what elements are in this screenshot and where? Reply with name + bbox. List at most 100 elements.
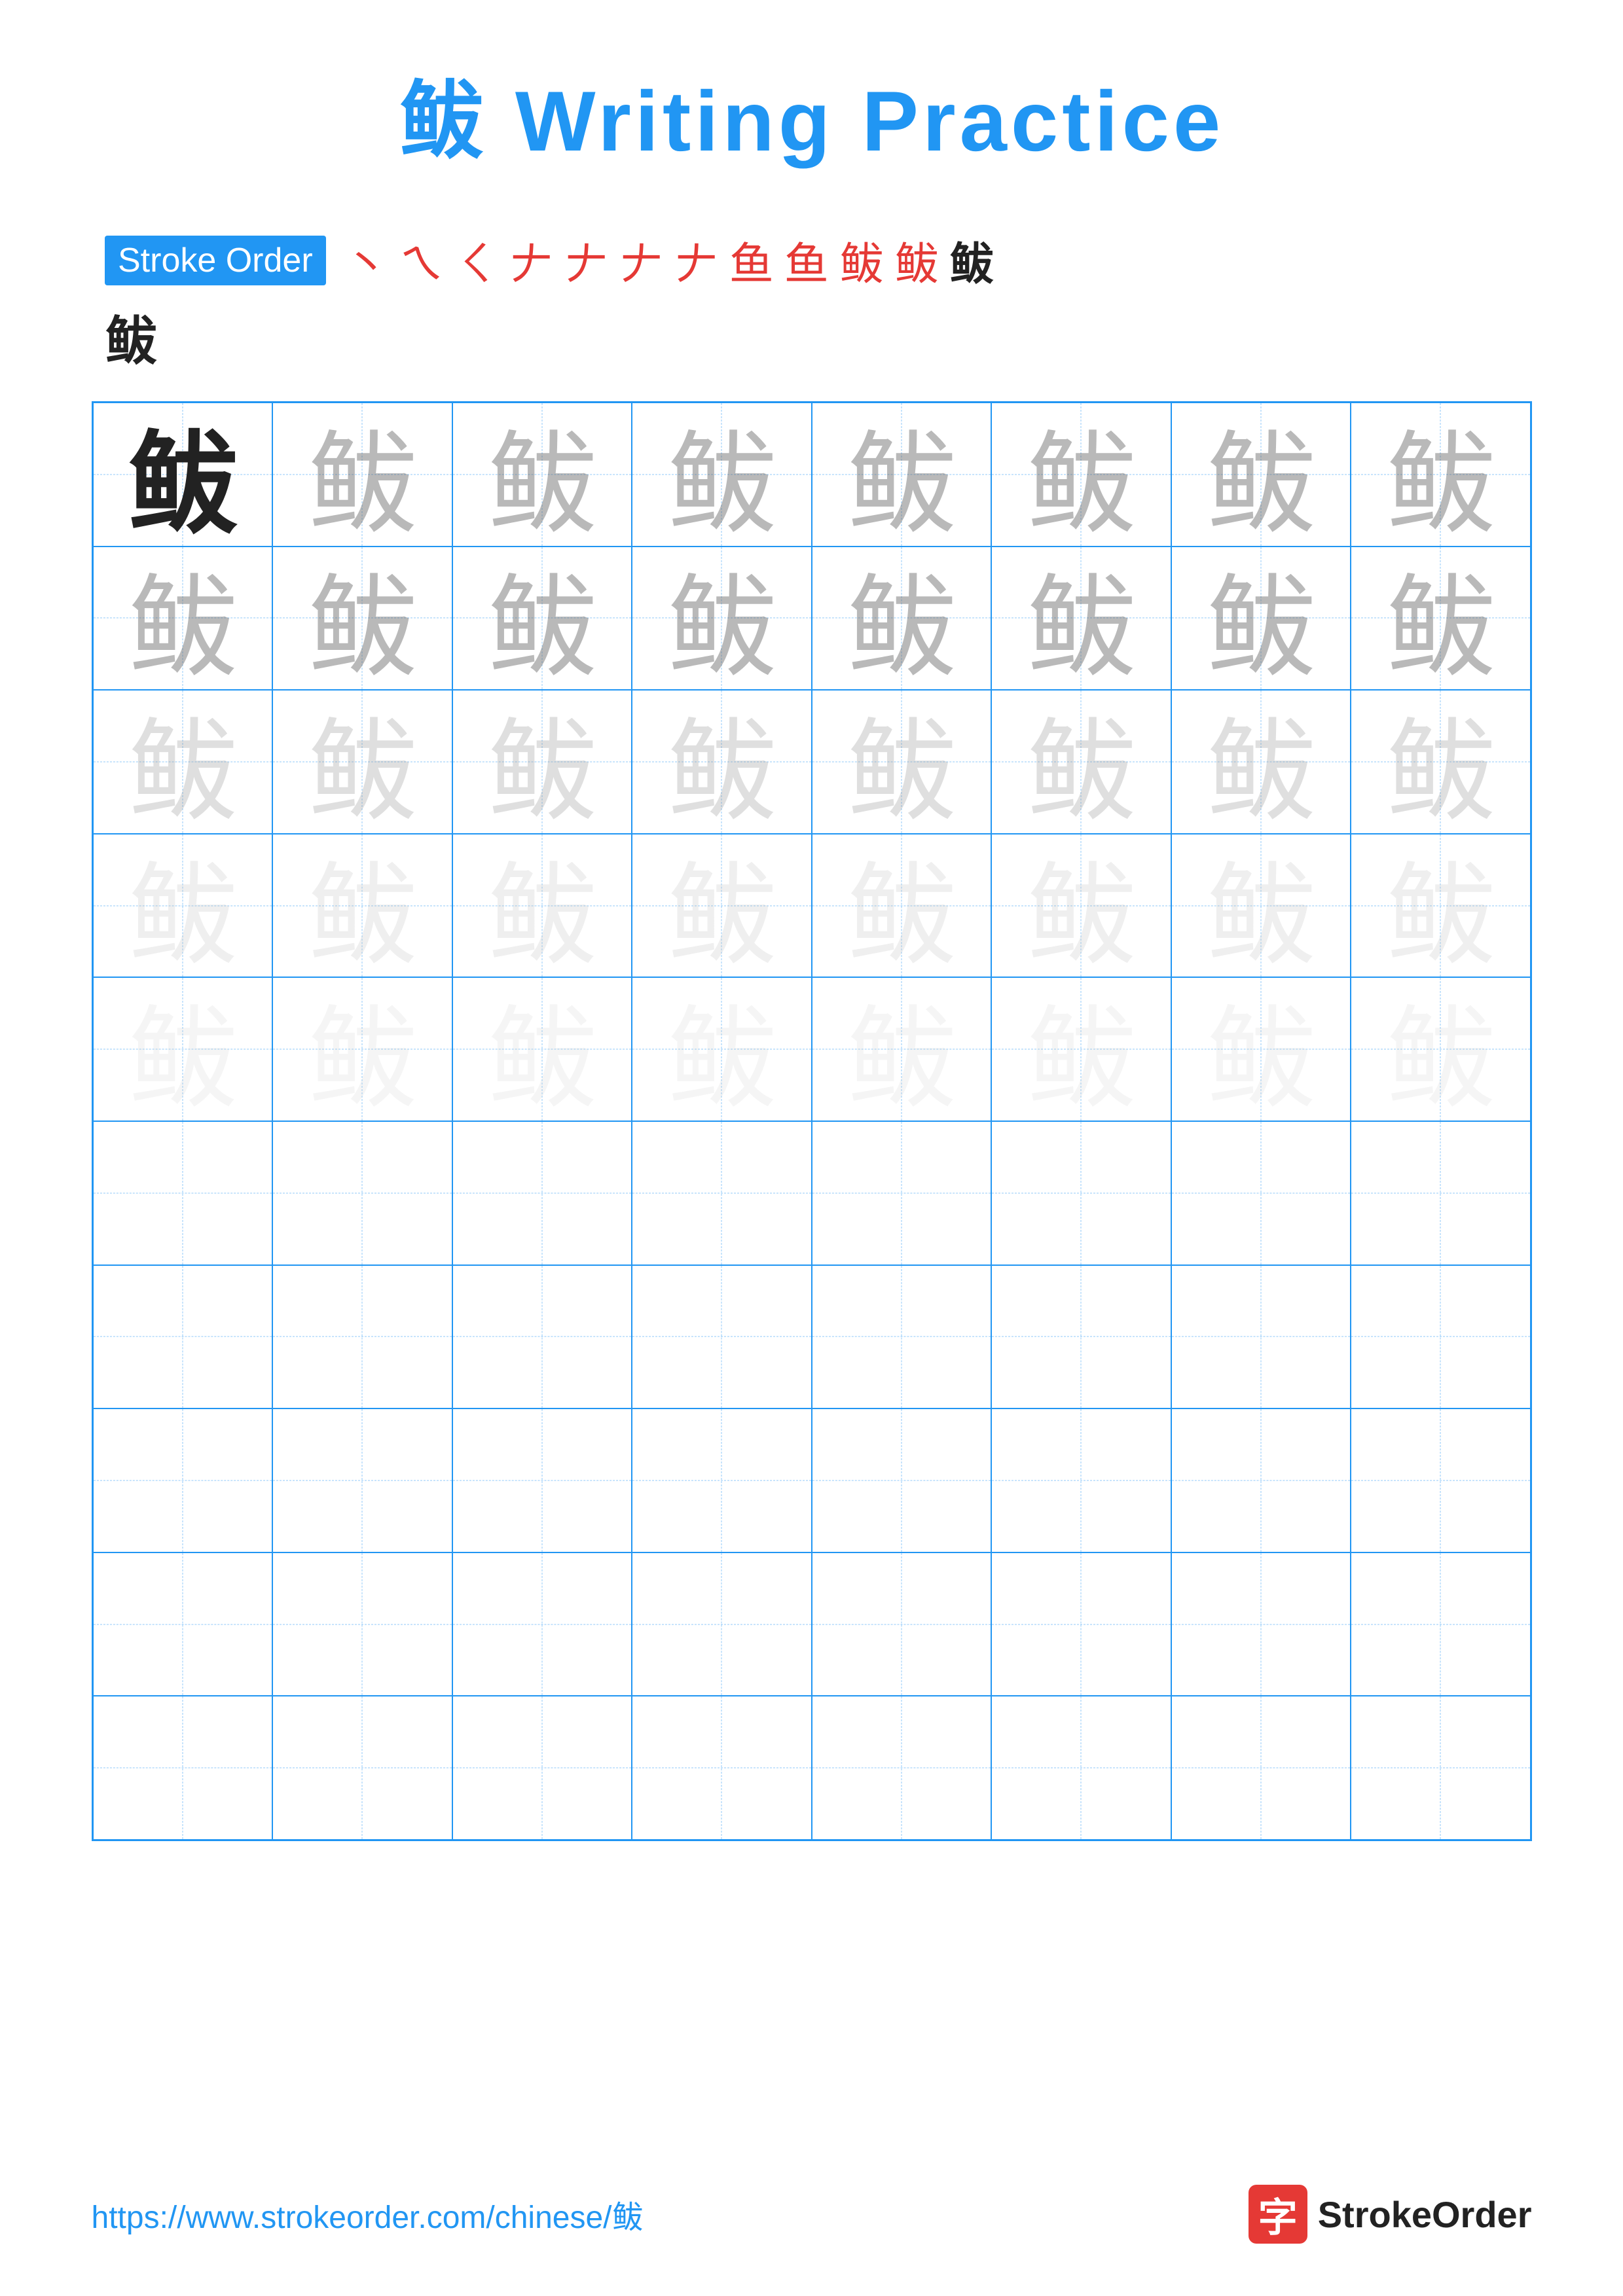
grid-cell-r2c5[interactable]: 鲅: [812, 547, 992, 691]
grid-cell-r10c5[interactable]: [812, 1696, 992, 1840]
grid-cell-r1c1[interactable]: 鲅: [93, 403, 273, 547]
grid-cell-r7c5[interactable]: [812, 1265, 992, 1409]
grid-cell-r7c1[interactable]: [93, 1265, 273, 1409]
grid-cell-r6c2[interactable]: [272, 1121, 452, 1265]
grid-cell-r2c6[interactable]: 鲅: [991, 547, 1171, 691]
grid-cell-r7c4[interactable]: [632, 1265, 812, 1409]
char-r1c4: 鲅: [666, 403, 777, 547]
grid-cell-r3c4[interactable]: 鲅: [632, 690, 812, 834]
grid-cell-r5c4[interactable]: 鲅: [632, 977, 812, 1121]
grid-cell-r1c4[interactable]: 鲅: [632, 403, 812, 547]
grid-cell-r6c1[interactable]: [93, 1121, 273, 1265]
char-r4c5: 鲅: [846, 834, 957, 978]
grid-cell-r2c8[interactable]: 鲅: [1351, 547, 1531, 691]
grid-cell-r1c6[interactable]: 鲅: [991, 403, 1171, 547]
grid-cell-r9c6[interactable]: [991, 1552, 1171, 1696]
grid-cell-r6c3[interactable]: [452, 1121, 632, 1265]
grid-cell-r2c1[interactable]: 鲅: [93, 547, 273, 691]
grid-cell-r3c8[interactable]: 鲅: [1351, 690, 1531, 834]
footer-logo-text: StrokeOrder: [1318, 2193, 1532, 2236]
grid-cell-r8c2[interactable]: [272, 1408, 452, 1552]
char-r2c7: 鲅: [1205, 547, 1317, 691]
grid-cell-r5c1[interactable]: 鲅: [93, 977, 273, 1121]
grid-cell-r7c7[interactable]: [1171, 1265, 1351, 1409]
stroke-2: ㄟ: [399, 228, 444, 293]
grid-cell-r6c5[interactable]: [812, 1121, 992, 1265]
char-r2c3: 鲅: [486, 547, 598, 691]
grid-cell-r10c3[interactable]: [452, 1696, 632, 1840]
grid-cell-r7c8[interactable]: [1351, 1265, 1531, 1409]
grid-cell-r4c7[interactable]: 鲅: [1171, 834, 1351, 978]
grid-cell-r5c2[interactable]: 鲅: [272, 977, 452, 1121]
grid-cell-r9c2[interactable]: [272, 1552, 452, 1696]
stroke-12-final: 鲅: [949, 228, 994, 293]
grid-cell-r4c4[interactable]: 鲅: [632, 834, 812, 978]
stroke-3: ㄑ: [454, 228, 499, 293]
char-r5c3: 鲅: [486, 977, 598, 1121]
grid-cell-r10c1[interactable]: [93, 1696, 273, 1840]
grid-cell-r4c8[interactable]: 鲅: [1351, 834, 1531, 978]
grid-cell-r2c4[interactable]: 鲅: [632, 547, 812, 691]
grid-cell-r9c3[interactable]: [452, 1552, 632, 1696]
grid-cell-r7c2[interactable]: [272, 1265, 452, 1409]
grid-cell-r4c2[interactable]: 鲅: [272, 834, 452, 978]
grid-cell-r10c7[interactable]: [1171, 1696, 1351, 1840]
char-r2c8: 鲅: [1385, 547, 1496, 691]
grid-cell-r1c5[interactable]: 鲅: [812, 403, 992, 547]
grid-cell-r6c6[interactable]: [991, 1121, 1171, 1265]
grid-cell-r9c7[interactable]: [1171, 1552, 1351, 1696]
grid-cell-r7c6[interactable]: [991, 1265, 1171, 1409]
grid-cell-r7c3[interactable]: [452, 1265, 632, 1409]
grid-cell-r9c5[interactable]: [812, 1552, 992, 1696]
grid-cell-r4c1[interactable]: 鲅: [93, 834, 273, 978]
grid-cell-r4c5[interactable]: 鲅: [812, 834, 992, 978]
grid-cell-r8c5[interactable]: [812, 1408, 992, 1552]
grid-cell-r2c3[interactable]: 鲅: [452, 547, 632, 691]
grid-cell-r1c3[interactable]: 鲅: [452, 403, 632, 547]
grid-cell-r2c2[interactable]: 鲅: [272, 547, 452, 691]
grid-cell-r4c6[interactable]: 鲅: [991, 834, 1171, 978]
grid-cell-r5c6[interactable]: 鲅: [991, 977, 1171, 1121]
grid-cell-r1c7[interactable]: 鲅: [1171, 403, 1351, 547]
grid-cell-r8c3[interactable]: [452, 1408, 632, 1552]
char-r4c7: 鲅: [1205, 834, 1317, 978]
grid-cell-r6c8[interactable]: [1351, 1121, 1531, 1265]
grid-cell-r3c5[interactable]: 鲅: [812, 690, 992, 834]
char-r2c1: 鲅: [127, 547, 238, 691]
grid-cell-r3c2[interactable]: 鲅: [272, 690, 452, 834]
grid-cell-r1c8[interactable]: 鲅: [1351, 403, 1531, 547]
grid-cell-r6c4[interactable]: [632, 1121, 812, 1265]
grid-cell-r10c4[interactable]: [632, 1696, 812, 1840]
grid-cell-r5c8[interactable]: 鲅: [1351, 977, 1531, 1121]
footer: https://www.strokeorder.com/chinese/鲅 字 …: [92, 2159, 1532, 2244]
grid-cell-r9c8[interactable]: [1351, 1552, 1531, 1696]
footer-url[interactable]: https://www.strokeorder.com/chinese/鲅: [92, 2191, 644, 2237]
grid-cell-r10c2[interactable]: [272, 1696, 452, 1840]
grid-cell-r3c7[interactable]: 鲅: [1171, 690, 1351, 834]
grid-cell-r8c8[interactable]: [1351, 1408, 1531, 1552]
char-r5c2: 鲅: [306, 977, 418, 1121]
grid-cell-r4c3[interactable]: 鲅: [452, 834, 632, 978]
grid-cell-r9c4[interactable]: [632, 1552, 812, 1696]
practice-char-display: 鲅: [105, 299, 157, 375]
char-r3c1: 鲅: [127, 690, 238, 834]
grid-cell-r3c3[interactable]: 鲅: [452, 690, 632, 834]
grid-cell-r5c5[interactable]: 鲅: [812, 977, 992, 1121]
grid-cell-r3c6[interactable]: 鲅: [991, 690, 1171, 834]
grid-cell-r2c7[interactable]: 鲅: [1171, 547, 1351, 691]
char-r5c4: 鲅: [666, 977, 777, 1121]
grid-cell-r10c8[interactable]: [1351, 1696, 1531, 1840]
char-r1c1: 鲅: [127, 403, 238, 547]
grid-cell-r5c3[interactable]: 鲅: [452, 977, 632, 1121]
grid-cell-r9c1[interactable]: [93, 1552, 273, 1696]
grid-cell-r8c4[interactable]: [632, 1408, 812, 1552]
grid-cell-r6c7[interactable]: [1171, 1121, 1351, 1265]
grid-cell-r5c7[interactable]: 鲅: [1171, 977, 1351, 1121]
practice-grid: 鲅 鲅 鲅 鲅 鲅 鲅 鲅 鲅 鲅 鲅 鲅 鲅 鲅 鲅 鲅 鲅 鲅 鲅 鲅 鲅 …: [92, 401, 1532, 1841]
grid-cell-r10c6[interactable]: [991, 1696, 1171, 1840]
grid-cell-r1c2[interactable]: 鲅: [272, 403, 452, 547]
grid-cell-r3c1[interactable]: 鲅: [93, 690, 273, 834]
grid-cell-r8c7[interactable]: [1171, 1408, 1351, 1552]
grid-cell-r8c6[interactable]: [991, 1408, 1171, 1552]
grid-cell-r8c1[interactable]: [93, 1408, 273, 1552]
